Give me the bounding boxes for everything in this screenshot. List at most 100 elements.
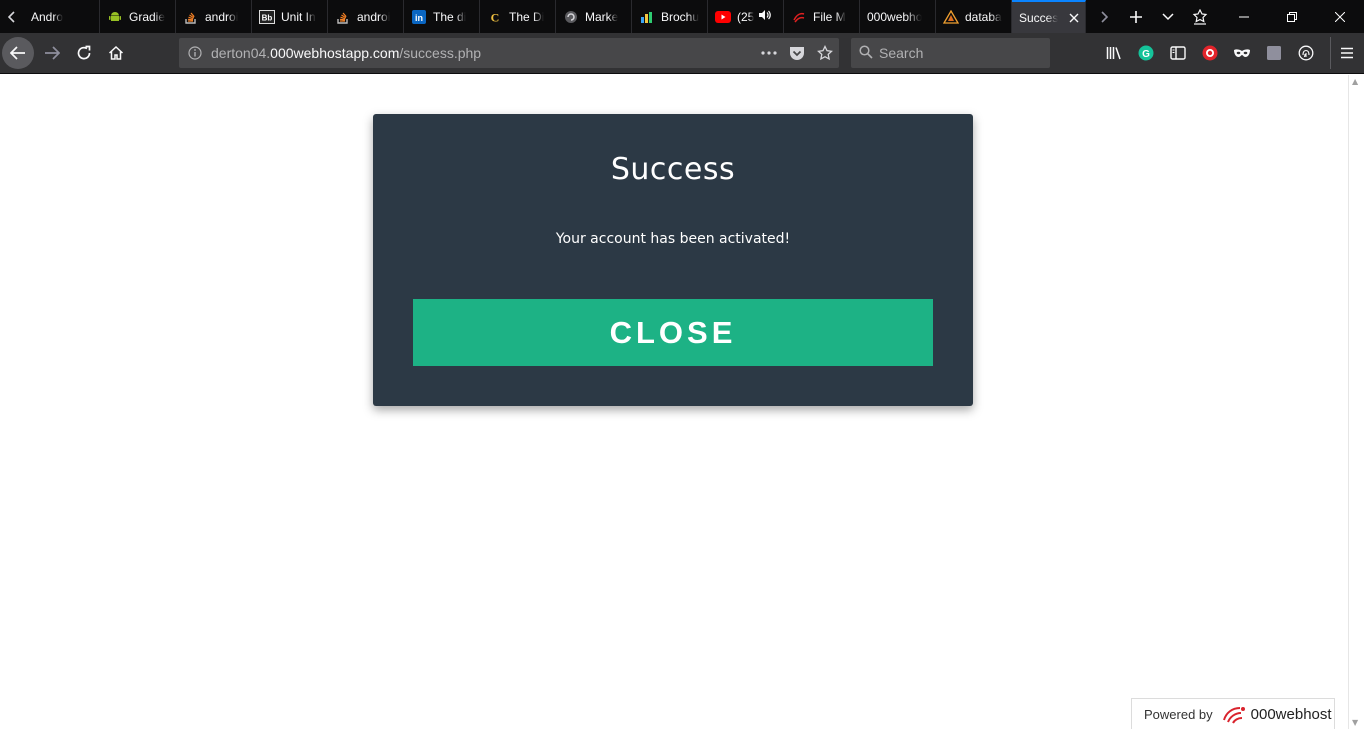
modal-title: Success	[610, 152, 736, 187]
restore-button[interactable]	[1268, 0, 1316, 33]
tab-7[interactable]: Marke	[556, 0, 632, 33]
bookmark-star-icon[interactable]	[811, 45, 839, 61]
close-button[interactable]: CLOSE	[413, 299, 933, 366]
url-bar[interactable]: derton04. 000webhostapp.com /success.php	[179, 38, 839, 68]
reload-icon	[77, 45, 91, 60]
tab-label: The Di	[509, 9, 545, 24]
chart-icon	[639, 9, 655, 25]
globe-icon	[563, 9, 579, 25]
tab-label: databa	[965, 9, 1002, 24]
tab-scroll-right-button[interactable]	[1088, 0, 1120, 33]
svg-text:G: G	[1142, 49, 1150, 60]
tab-3[interactable]: Bb Unit In	[252, 0, 328, 33]
search-icon	[859, 44, 873, 62]
pin-tab-button[interactable]	[1184, 0, 1216, 33]
vertical-scrollbar[interactable]: ▲ ▼	[1348, 75, 1364, 729]
home-button[interactable]	[100, 37, 132, 69]
tab-label: File M	[813, 9, 846, 24]
tab-label: Gradie	[129, 9, 166, 24]
chevron-down-icon	[1162, 12, 1174, 20]
powered-by-label: Powered by	[1144, 706, 1213, 722]
fingerprint-icon[interactable]	[1290, 37, 1322, 69]
tab-1[interactable]: Gradie	[100, 0, 176, 33]
search-placeholder: Search	[879, 45, 924, 61]
chevron-left-icon	[8, 10, 15, 23]
tab-label: Andro	[31, 9, 64, 24]
toolbar-extensions: G	[1098, 37, 1322, 69]
tab-11[interactable]: 000webho	[860, 0, 936, 33]
close-icon	[1335, 11, 1345, 22]
pocket-icon[interactable]	[783, 46, 811, 61]
svg-text:C: C	[491, 10, 500, 24]
url-subdomain: derton04.	[211, 45, 271, 61]
navigation-toolbar: derton04. 000webhostapp.com /success.php…	[0, 33, 1364, 74]
tab-12[interactable]: databa	[936, 0, 1012, 33]
search-bar[interactable]: Search	[851, 38, 1050, 68]
minimize-icon	[1239, 16, 1249, 17]
window-controls	[1220, 0, 1364, 33]
speaker-icon[interactable]	[758, 9, 772, 24]
tab-6[interactable]: C The Di	[480, 0, 556, 33]
tab-8[interactable]: Brochu	[632, 0, 708, 33]
svg-text:in: in	[415, 13, 423, 23]
linkedin-icon: in	[411, 9, 427, 25]
tab-label: Succes	[1019, 10, 1059, 25]
library-icon[interactable]	[1098, 37, 1130, 69]
codecademy-icon: C	[487, 9, 503, 25]
tab-label: Marke	[585, 9, 619, 24]
scroll-up-arrow-icon[interactable]: ▲	[1352, 77, 1358, 86]
powered-by-brand: 000webhost	[1250, 705, 1332, 723]
record-extension-icon[interactable]	[1194, 37, 1226, 69]
arrow-right-icon	[45, 46, 60, 60]
tab-0[interactable]: Andro	[24, 0, 100, 33]
page-actions-icon[interactable]	[755, 51, 783, 55]
tab-4[interactable]: androi	[328, 0, 404, 33]
tab-label: Brochu	[661, 9, 700, 24]
close-tab-icon[interactable]	[1069, 10, 1079, 26]
triangle-icon	[943, 9, 959, 25]
url-path: /success.php	[399, 45, 482, 61]
back-button[interactable]	[2, 37, 34, 69]
minimize-button[interactable]	[1220, 0, 1268, 33]
youtube-icon	[715, 9, 731, 25]
reload-button[interactable]	[68, 37, 100, 69]
modal-message: Your account has been activated!	[555, 231, 791, 247]
tab-label: (25	[737, 9, 755, 24]
tabbar-controls	[1088, 0, 1216, 33]
tab-active[interactable]: Succes	[1012, 0, 1086, 33]
restore-icon	[1287, 11, 1297, 22]
home-icon	[108, 45, 124, 60]
new-tab-button[interactable]	[1120, 0, 1152, 33]
success-modal: Success Your account has been activated!…	[373, 114, 973, 406]
sidebar-icon[interactable]	[1162, 37, 1194, 69]
star-pin-icon	[1192, 8, 1208, 25]
tab-9[interactable]: (25	[708, 0, 784, 33]
tab-10[interactable]: File M	[784, 0, 860, 33]
mask-icon[interactable]	[1226, 37, 1258, 69]
tab-label: Unit In	[281, 9, 316, 24]
chevron-right-icon	[1101, 10, 1108, 23]
list-all-tabs-button[interactable]	[1152, 0, 1184, 33]
page-viewport: Success Your account has been activated!…	[0, 75, 1348, 729]
tab-label: androi	[357, 9, 391, 24]
info-icon[interactable]	[179, 46, 211, 60]
url-domain: 000webhostapp.com	[270, 45, 400, 61]
blackboard-icon: Bb	[259, 9, 275, 25]
extension-square-icon[interactable]	[1258, 37, 1290, 69]
tab-2[interactable]: androi	[176, 0, 252, 33]
arrow-left-icon	[10, 46, 25, 60]
tab-5[interactable]: in The di	[404, 0, 480, 33]
grammarly-icon[interactable]: G	[1130, 37, 1162, 69]
android-icon	[107, 9, 123, 25]
swirl-icon	[791, 9, 807, 25]
forward-button[interactable]	[36, 37, 68, 69]
scroll-down-arrow-icon[interactable]: ▼	[1352, 718, 1358, 727]
tab-scroll-left-button[interactable]	[0, 0, 24, 33]
app-menu-button[interactable]	[1330, 37, 1362, 69]
plus-icon	[1130, 10, 1142, 23]
stackoverflow-icon	[183, 9, 199, 25]
000webhost-logo-icon	[1221, 704, 1247, 724]
svg-text:Bb: Bb	[262, 13, 273, 22]
close-window-button[interactable]	[1316, 0, 1364, 33]
powered-by-badge[interactable]: Powered by 000webhost	[1131, 698, 1335, 729]
